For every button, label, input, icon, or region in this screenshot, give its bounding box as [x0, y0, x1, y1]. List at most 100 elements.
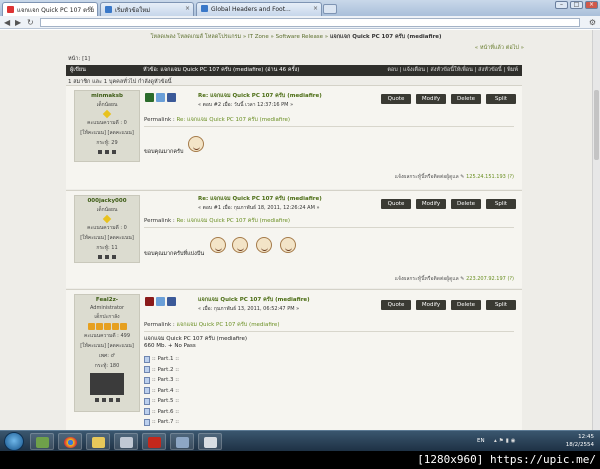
profile-icon[interactable] [98, 255, 102, 259]
start-button[interactable] [4, 432, 24, 451]
part-link[interactable]: :: Part.5 :: [144, 396, 179, 407]
email-icon[interactable] [101, 398, 106, 402]
post-title[interactable]: Re: แจกแจม Quick PC 107 ครับ (mediafire) [198, 92, 322, 100]
minimize-button[interactable]: – [555, 1, 568, 9]
permalink-link[interactable]: Re: แจกแจม Quick PC 107 ครับ (mediafire) [176, 117, 290, 123]
facebook-icon[interactable] [167, 297, 176, 306]
wrench-menu-icon[interactable]: ⚙ [589, 18, 596, 27]
karma-links[interactable]: [ให้คะแนน] [ลดคะแนน] [75, 234, 139, 242]
breadcrumb-path[interactable]: โหลดเพลง โหลดเกมส์ โหลดโปรแกรม » IT Zone… [150, 34, 329, 40]
maximize-button[interactable]: □ [570, 1, 583, 9]
post-meta: « ตอบ #2 เมื่อ: วันนี้ เวลา 12:37:16 PM … [198, 102, 294, 108]
taskbar-explorer[interactable] [86, 433, 110, 450]
part-label[interactable]: :: Part.2 :: [152, 367, 179, 373]
split-button[interactable]: Split [486, 94, 516, 104]
part-link[interactable]: :: Part.1 :: [144, 354, 179, 365]
file-icon [144, 387, 150, 395]
close-tab-icon[interactable]: × [89, 5, 94, 12]
tray-icons[interactable]: ▴⚑▮◉ [494, 438, 518, 444]
username[interactable]: 000jacky000 [75, 198, 139, 204]
taskbar-app-7[interactable] [198, 433, 222, 450]
part-label[interactable]: :: Part.1 :: [152, 356, 179, 362]
quote-button[interactable]: Quote [381, 300, 411, 310]
twitter-icon[interactable] [156, 297, 165, 306]
back-arrow-icon[interactable]: ◀ [4, 18, 10, 27]
scrollbar-thumb[interactable] [594, 90, 599, 160]
message-icon[interactable] [112, 150, 116, 154]
part-link[interactable]: :: Part.4 :: [144, 386, 179, 397]
modify-button[interactable]: Modify [416, 199, 446, 209]
post-title[interactable]: Re: แจกแจม Quick PC 107 ครับ (mediafire) [198, 195, 322, 203]
email-icon[interactable] [105, 255, 109, 259]
address-bar[interactable] [40, 18, 580, 27]
home-icon[interactable] [115, 398, 120, 402]
delete-button[interactable]: Delete [451, 94, 481, 104]
taskbar-app-4[interactable] [114, 433, 138, 450]
twitter-icon[interactable] [156, 93, 165, 102]
quote-button[interactable]: Quote [381, 94, 411, 104]
prev-next-links[interactable]: « หน้าที่แล้ว ต่อไป » [475, 44, 524, 52]
username[interactable]: Feal2z- [75, 297, 139, 303]
report-link[interactable]: แจ้งผลกระทู้นี้หรือติดต่อผู้ดูแล [395, 174, 459, 180]
page-scrollbar[interactable] [592, 30, 600, 430]
file-icon [144, 418, 150, 426]
tab-active[interactable]: แจกเเจก Quick PC 107 ตร์ม × [2, 2, 98, 16]
message-icon[interactable] [108, 398, 113, 402]
close-tab-icon[interactable]: × [313, 5, 318, 12]
taskbar-filezilla[interactable] [142, 433, 166, 450]
close-window-button[interactable]: × [585, 1, 598, 9]
split-button[interactable]: Split [486, 199, 516, 209]
delete-button[interactable]: Delete [451, 199, 481, 209]
report-link[interactable]: แจ้งผลกระทู้นี้หรือติดต่อผู้ดูแล [395, 276, 459, 282]
part-label[interactable]: :: Part.6 :: [152, 409, 179, 415]
karma-links[interactable]: [ให้คะแนน] [ลดคะแนน] [75, 342, 139, 350]
part-label[interactable]: :: Part.7 :: [152, 419, 179, 425]
browser-toolbar: ◀ ▶ ↻ ⚙ [0, 16, 600, 29]
permalink-link[interactable]: แจกแจม Quick PC 107 ครับ (mediafire) [176, 322, 279, 328]
part-label[interactable]: :: Part.5 :: [152, 398, 179, 404]
username[interactable]: minmaksb [75, 93, 139, 99]
forward-arrow-icon[interactable]: ▶ [15, 18, 21, 27]
part-link[interactable]: :: Part.6 :: [144, 407, 179, 418]
delete-button[interactable]: Delete [451, 300, 481, 310]
user-points: คะแนนความดี : 0 [87, 225, 127, 231]
modify-button[interactable]: Modify [416, 300, 446, 310]
part-link[interactable]: :: Part.2 :: [144, 365, 179, 376]
new-tab-button[interactable] [323, 4, 337, 14]
modify-button[interactable]: Modify [416, 94, 446, 104]
user-points: คะแนนความดี : 0 [87, 120, 127, 126]
tab-new-topic[interactable]: เริ่มหัวข้อใหม่ × [100, 2, 194, 16]
ip-address[interactable]: 125.24.151.193 (?) [466, 174, 514, 180]
quote-button[interactable]: Quote [381, 199, 411, 209]
tab-global-headers[interactable]: Global Headers and Foot... × [196, 2, 322, 16]
profile-icon[interactable] [98, 150, 102, 154]
clock[interactable]: 12:45 18/2/2554 [566, 433, 594, 449]
taskbar-app-6[interactable] [170, 433, 194, 450]
tab-label: Global Headers and Foot... [211, 6, 291, 13]
language-indicator[interactable]: EN [477, 438, 485, 444]
permalink-link[interactable]: Re: แจกแจม Quick PC 107 ครับ (mediafire) [176, 218, 290, 224]
thread-tools[interactable]: ตอบ | แจ้งเตือน | ส่งหัวข้อนี้ให้เพื่อน … [387, 65, 518, 76]
reload-icon[interactable]: ↻ [27, 18, 34, 27]
user-gender: เพศ: ♂ [99, 353, 115, 359]
email-icon[interactable] [105, 150, 109, 154]
folder-icon [92, 437, 105, 448]
tab-label: แจกเเจก Quick PC 107 ตร์ม [17, 7, 95, 14]
profile-icon[interactable] [94, 398, 99, 402]
taskbar-chrome[interactable] [58, 433, 82, 450]
part-link[interactable]: :: Part.3 :: [144, 375, 179, 386]
window-controls: – □ × [555, 1, 598, 9]
divider [144, 331, 514, 332]
karma-links[interactable]: [ให้คะแนน] [ลดคะแนน] [75, 129, 139, 137]
share-icons [145, 297, 176, 306]
part-label[interactable]: :: Part.4 :: [152, 388, 179, 394]
part-label[interactable]: :: Part.3 :: [152, 377, 179, 383]
message-icon[interactable] [112, 255, 116, 259]
post-title[interactable]: แจกแจม Quick PC 107 ครับ (mediafire) [198, 296, 310, 304]
close-tab-icon[interactable]: × [185, 5, 190, 12]
taskbar-app-1[interactable] [30, 433, 54, 450]
split-button[interactable]: Split [486, 300, 516, 310]
facebook-icon[interactable] [167, 93, 176, 102]
part-link[interactable]: :: Part.7 :: [144, 417, 179, 428]
ip-address[interactable]: 223.207.92.197 (?) [466, 276, 514, 282]
